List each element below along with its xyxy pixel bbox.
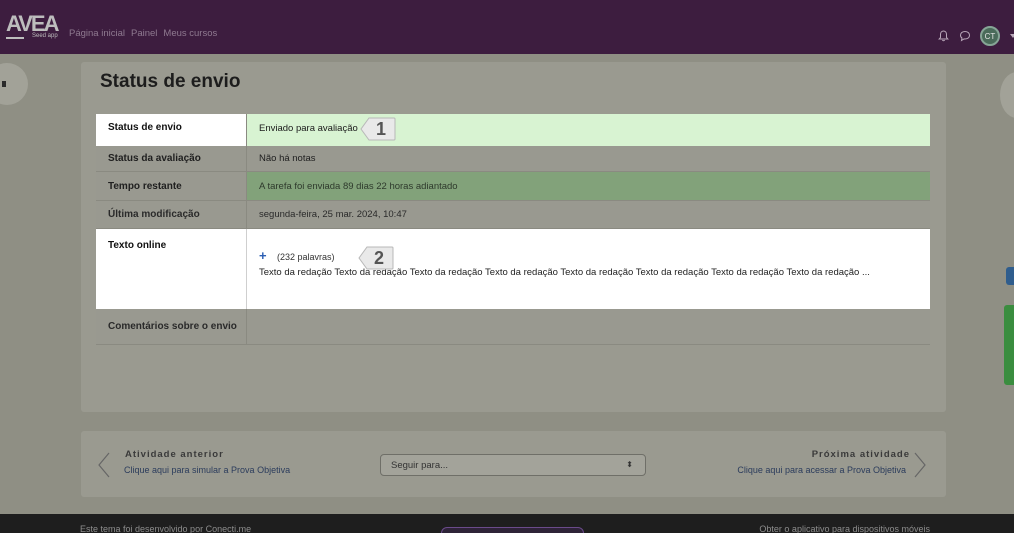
nav-link-my-courses[interactable]: Meus cursos	[163, 28, 217, 39]
jump-to-select[interactable]: Seguir para... ⬍	[380, 454, 646, 476]
right-drawer-toggle[interactable]	[1000, 72, 1014, 118]
previous-activity-title: Atividade anterior	[125, 449, 224, 460]
bell-icon[interactable]	[936, 29, 950, 43]
next-activity-title: Próxima atividade	[811, 449, 910, 460]
row-label: Status da avaliação	[96, 146, 247, 171]
online-text-cell: + (232 palavras) Texto da redação Texto …	[247, 229, 930, 309]
course-index-toggle[interactable]	[0, 63, 28, 105]
submission-status-table: Status de envio Enviado para avaliação S…	[96, 114, 930, 345]
row-value: segunda-feira, 25 mar. 2024, 10:47	[259, 209, 407, 220]
callout-number: 1	[375, 118, 386, 139]
primary-nav: Página inicial Painel Meus cursos	[69, 28, 217, 39]
next-activity-link[interactable]: Clique aqui para acessar a Prova Objetiv…	[737, 465, 906, 475]
chevron-down-icon[interactable]	[1010, 34, 1014, 38]
table-row: Status da avaliação Não há notas	[96, 146, 930, 172]
footer-button[interactable]	[441, 527, 584, 533]
logo-underline	[6, 37, 24, 39]
side-widget-blue[interactable]	[1006, 267, 1014, 285]
nav-link-dashboard[interactable]: Painel	[131, 28, 157, 39]
chevron-right-icon[interactable]	[914, 452, 926, 483]
top-navbar: AVEA Seed app Página inicial Painel Meus…	[0, 0, 1014, 54]
site-logo[interactable]: AVEA Seed app	[6, 11, 59, 41]
online-text-preview: Texto da redação Texto da redação Texto …	[259, 267, 870, 278]
row-label: Texto online	[96, 229, 247, 309]
callout-marker: 1	[360, 117, 396, 141]
footer-credit: Este tema foi desenvolvido por Conecti.m…	[80, 524, 252, 533]
select-arrow-icon: ⬍	[626, 460, 633, 469]
chat-icon[interactable]	[958, 29, 972, 43]
chevron-left-icon[interactable]	[98, 452, 110, 483]
page-title: Status de envio	[100, 71, 241, 92]
drawer-icon	[2, 81, 6, 87]
expand-text-button[interactable]: +	[259, 248, 267, 263]
user-menu-area: CT	[936, 26, 1014, 46]
previous-activity-link[interactable]: Clique aqui para simular a Prova Objetiv…	[124, 465, 290, 475]
row-label: Comentários sobre o envio	[96, 309, 247, 344]
jump-to-selected-value: Seguir para...	[391, 460, 449, 471]
callout-marker: 2	[358, 246, 394, 270]
row-value: A tarefa foi enviada 89 dias 22 horas ad…	[259, 181, 458, 192]
row-value: Enviado para avaliação	[259, 123, 358, 134]
table-row: Texto online + (232 palavras) Texto da r…	[96, 229, 930, 309]
nav-link-home[interactable]: Página inicial	[69, 28, 125, 39]
side-widget-green[interactable]	[1004, 305, 1014, 385]
word-count: (232 palavras)	[277, 252, 335, 262]
footer-app-link[interactable]: Obter o aplicativo para dispositivos móv…	[759, 524, 930, 533]
row-value: Não há notas	[259, 153, 316, 164]
avatar[interactable]: CT	[980, 26, 1000, 46]
callout-number: 2	[373, 247, 384, 268]
logo-subtitle: Seed app	[32, 33, 58, 39]
table-row: Status de envio Enviado para avaliação	[96, 114, 930, 146]
table-row: Última modificação segunda-feira, 25 mar…	[96, 201, 930, 229]
table-row: Comentários sobre o envio	[96, 309, 930, 345]
row-label: Última modificação	[96, 201, 247, 228]
row-label: Tempo restante	[96, 172, 247, 200]
table-row: Tempo restante A tarefa foi enviada 89 d…	[96, 172, 930, 201]
row-label: Status de envio	[96, 114, 247, 146]
row-value	[247, 309, 930, 344]
